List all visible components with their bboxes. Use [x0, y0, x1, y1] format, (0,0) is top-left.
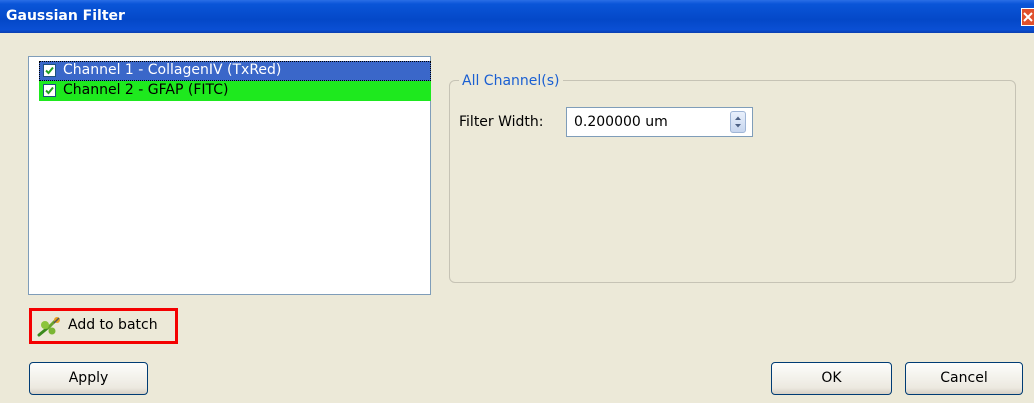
channel-list[interactable]: Channel 1 - CollagenIV (TxRed) Channel 2…	[28, 56, 431, 295]
add-to-batch-label: Add to batch	[68, 317, 158, 333]
channel-2-label: Channel 2 - GFAP (FITC)	[63, 82, 229, 98]
spin-arrows-icon	[735, 116, 741, 128]
ok-button[interactable]: OK	[771, 362, 892, 395]
title-bar: Gaussian Filter	[0, 0, 1034, 33]
window-title: Gaussian Filter	[6, 8, 125, 24]
cancel-button[interactable]: Cancel	[905, 362, 1023, 395]
channel-2-checkbox[interactable]	[43, 84, 56, 97]
close-icon	[1023, 12, 1033, 22]
close-button[interactable]	[1021, 8, 1034, 26]
filter-width-label: Filter Width:	[459, 114, 544, 130]
add-to-batch-button[interactable]: Add to batch	[34, 313, 173, 339]
checkmark-icon	[45, 86, 54, 95]
group-title: All Channel(s)	[459, 73, 563, 89]
dialog-body: Channel 1 - CollagenIV (TxRed) Channel 2…	[0, 33, 1034, 403]
apply-button[interactable]: Apply	[29, 362, 148, 395]
channel-row-2[interactable]: Channel 2 - GFAP (FITC)	[39, 81, 431, 101]
add-to-batch-icon	[37, 317, 60, 337]
channel-row-1[interactable]: Channel 1 - CollagenIV (TxRed)	[39, 61, 431, 81]
filter-width-spinbox[interactable]: 0.200000 um	[566, 107, 753, 137]
spin-arrows[interactable]	[730, 111, 746, 133]
filter-width-value: 0.200000 um	[574, 114, 668, 130]
channel-1-checkbox[interactable]	[43, 64, 56, 77]
channel-1-label: Channel 1 - CollagenIV (TxRed)	[63, 62, 282, 78]
checkmark-icon	[45, 66, 54, 75]
